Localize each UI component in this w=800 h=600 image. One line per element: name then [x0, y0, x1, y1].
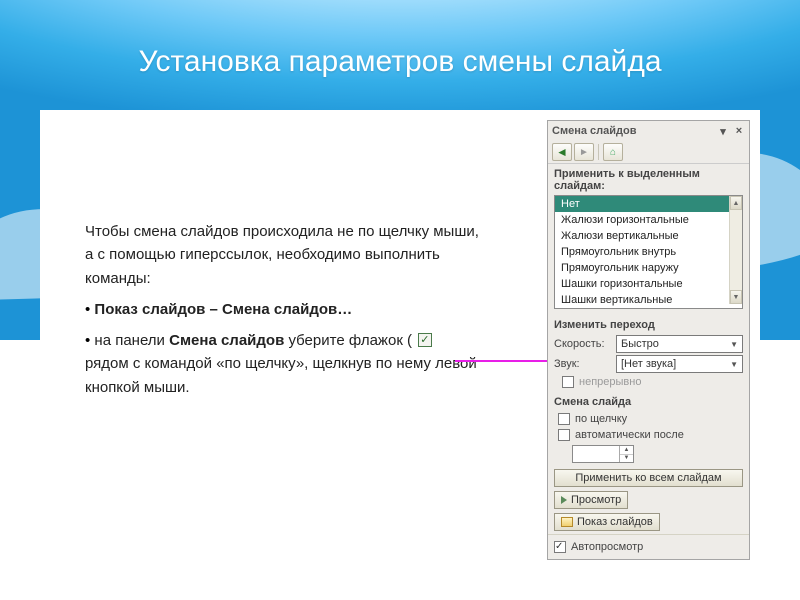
slideshow-icon [561, 517, 573, 527]
apply-to-selected-label: Применить к выделенным слайдам: [548, 164, 749, 195]
sound-label: Звук: [554, 358, 610, 370]
slideshow-label: Показ слайдов [577, 516, 653, 528]
spin-down-icon[interactable]: ▼ [620, 455, 633, 463]
bullet-2-strong: Смена слайдов [169, 332, 284, 349]
on-click-checkbox[interactable] [558, 413, 570, 425]
transition-item[interactable]: Прямоугольник внутрь [555, 244, 742, 260]
chevron-down-icon: ▼ [730, 360, 738, 369]
spin-up-icon[interactable]: ▲ [620, 446, 633, 455]
autopreview-checkbox[interactable] [554, 541, 566, 553]
play-icon [561, 496, 567, 504]
sound-select[interactable]: [Нет звука] ▼ [616, 355, 743, 373]
speed-label: Скорость: [554, 338, 610, 350]
loop-sound-checkbox [562, 376, 574, 388]
bullet-1: Показ слайдов – Смена слайдов… [85, 298, 480, 321]
loop-sound-label: непрерывно [579, 376, 641, 388]
nav-separator [598, 144, 599, 160]
nav-home-button[interactable]: ⌂ [603, 143, 623, 161]
on-click-label: по щелчку [575, 413, 627, 425]
pane-close-icon[interactable]: × [733, 125, 745, 137]
pane-titlebar: Смена слайдов ▾ × [548, 121, 749, 141]
list-scrollbar[interactable]: ▲ ▼ [729, 196, 742, 304]
advance-slide-header: Смена слайда [548, 390, 749, 411]
chevron-down-icon: ▼ [730, 340, 738, 349]
speed-row: Скорость: Быстро ▼ [548, 334, 749, 354]
play-button[interactable]: Просмотр [554, 491, 628, 509]
bullet-2: на панели Смена слайдов уберите флажок (… [85, 329, 480, 399]
bullet-2-post: рядом с командой «по щелчку», щелкнув по… [85, 355, 477, 395]
scroll-up-icon[interactable]: ▲ [730, 196, 742, 210]
transition-item[interactable]: Шашки вертикальные [555, 292, 742, 308]
slide-title: Установка параметров смены слайда [0, 45, 800, 79]
pane-menu-icon[interactable]: ▾ [717, 125, 729, 137]
nav-back-button[interactable]: ◄ [552, 143, 572, 161]
speed-select[interactable]: Быстро ▼ [616, 335, 743, 353]
on-click-row: по щелчку [548, 411, 749, 427]
transition-item-none[interactable]: Нет [555, 196, 742, 212]
body-text: Чтобы смена слайдов происходила не по ще… [85, 220, 480, 407]
play-label: Просмотр [571, 494, 621, 506]
sound-row: Звук: [Нет звука] ▼ [548, 354, 749, 374]
auto-after-time-input[interactable]: ▲ ▼ [572, 445, 634, 463]
transition-item[interactable]: Прямоугольник наружу [555, 260, 742, 276]
transition-item[interactable]: Жалюзи горизонтальные [555, 212, 742, 228]
loop-sound-row: непрерывно [548, 374, 749, 390]
auto-after-label: автоматически после [575, 429, 684, 441]
speed-value: Быстро [621, 338, 659, 350]
slideshow-button[interactable]: Показ слайдов [554, 513, 660, 531]
nav-forward-button[interactable]: ► [574, 143, 594, 161]
paragraph-intro: Чтобы смена слайдов происходила не по ще… [85, 220, 480, 290]
autopreview-label: Автопросмотр [571, 541, 643, 553]
transition-item[interactable]: Жалюзи вертикальные [555, 228, 742, 244]
pane-nav: ◄ ► ⌂ [548, 141, 749, 164]
bullet-2-mid: уберите флажок ( [284, 332, 416, 349]
sound-value: [Нет звука] [621, 358, 676, 370]
checkbox-example-icon [418, 333, 432, 347]
autopreview-row: Автопросмотр [548, 534, 749, 559]
auto-after-row: автоматически после [548, 427, 749, 443]
auto-after-checkbox[interactable] [558, 429, 570, 441]
transition-item[interactable]: Шашки горизонтальные [555, 276, 742, 292]
scroll-down-icon[interactable]: ▼ [730, 290, 742, 304]
apply-to-all-button[interactable]: Применить ко всем слайдам [554, 469, 743, 487]
slide-transition-pane: Смена слайдов ▾ × ◄ ► ⌂ Применить к выде… [547, 120, 750, 560]
bullet-1-strong: Показ слайдов – Смена слайдов… [94, 301, 352, 318]
pane-title: Смена слайдов [552, 125, 713, 137]
modify-transition-header: Изменить переход [548, 313, 749, 334]
bullet-2-pre: на панели [94, 332, 169, 349]
transition-list[interactable]: Нет Жалюзи горизонтальные Жалюзи вертика… [554, 195, 743, 309]
